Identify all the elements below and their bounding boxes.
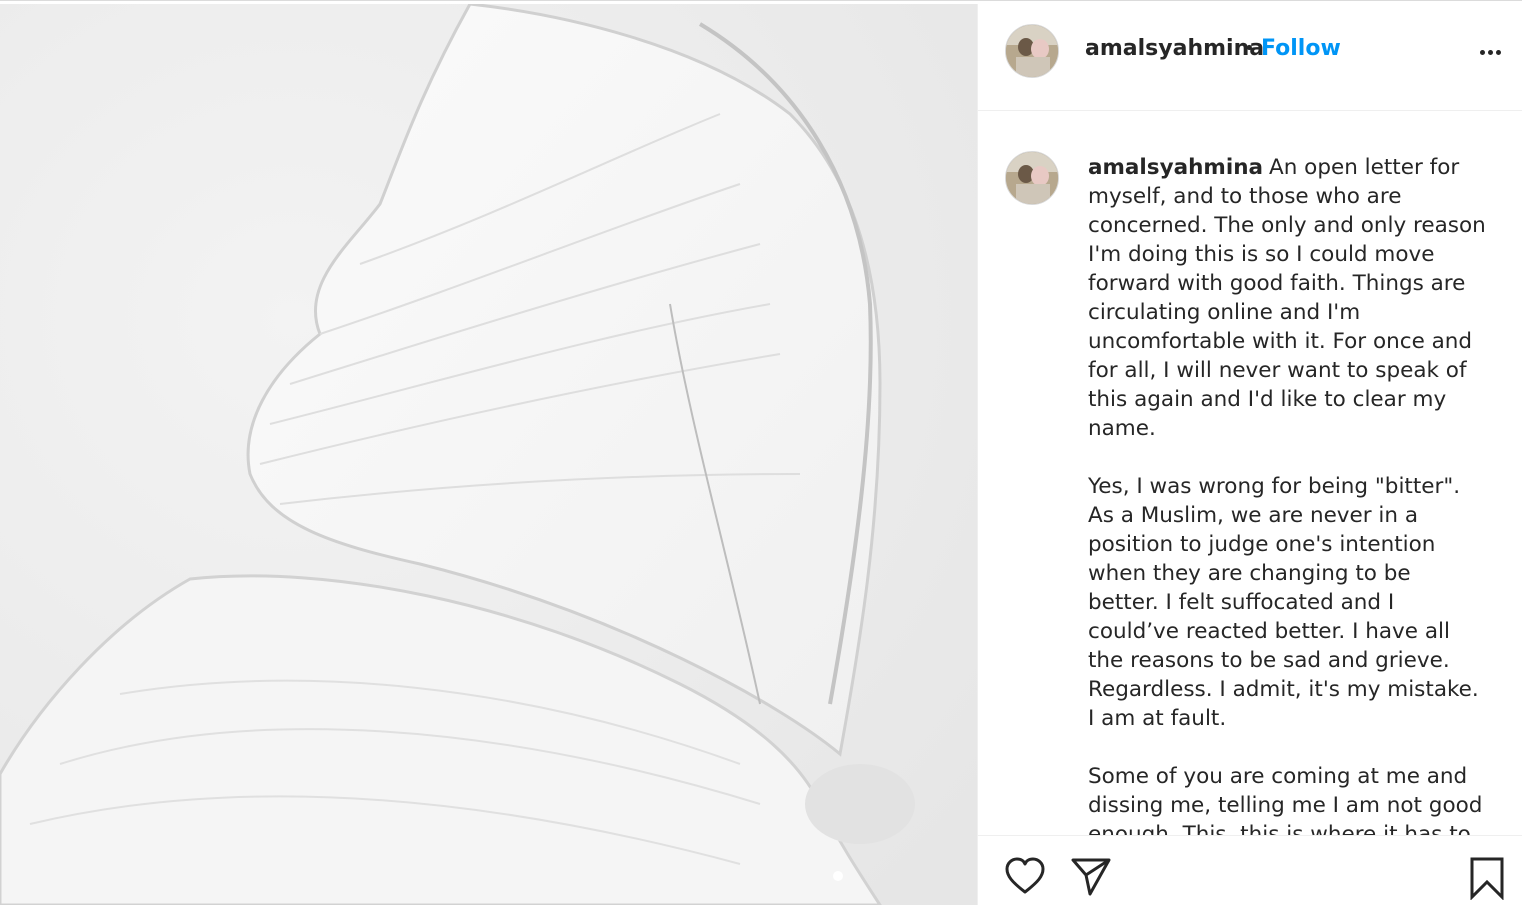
action-bar <box>978 835 1522 905</box>
comments-section[interactable]: amalsyahmina An open letter for myself, a… <box>978 111 1522 835</box>
heart-icon[interactable] <box>1004 856 1046 896</box>
post-caption: amalsyahmina An open letter for myself, a… <box>1088 153 1488 835</box>
profile-photo <box>1006 25 1058 77</box>
separator-dot: • <box>1244 38 1255 59</box>
caption-username[interactable]: amalsyahmina <box>1088 155 1263 180</box>
post-side-panel: amalsyahmina • Follow amalsyahmina An ope… <box>977 4 1522 905</box>
caption-text: An open letter for myself, and to those … <box>1088 155 1486 441</box>
post-image[interactable] <box>0 4 977 905</box>
caption-paragraph: Yes, I was wrong for being "bitter". As … <box>1088 474 1479 731</box>
caption-avatar[interactable] <box>1005 151 1059 205</box>
caption-paragraph: Some of you are coming at me and dissing… <box>1088 764 1483 835</box>
caption-paragraph: amalsyahmina An open letter for myself, a… <box>1088 153 1488 443</box>
butterfly-wing-image <box>0 4 977 905</box>
header-username[interactable]: amalsyahmina <box>1085 36 1264 61</box>
profile-photo <box>1006 152 1058 204</box>
more-options-icon[interactable] <box>1478 42 1504 62</box>
bookmark-icon[interactable] <box>1469 856 1505 900</box>
paper-plane-icon[interactable] <box>1070 856 1112 896</box>
avatar[interactable] <box>1005 24 1059 78</box>
follow-button[interactable]: Follow <box>1261 36 1341 61</box>
post-header: amalsyahmina • Follow <box>978 4 1522 111</box>
